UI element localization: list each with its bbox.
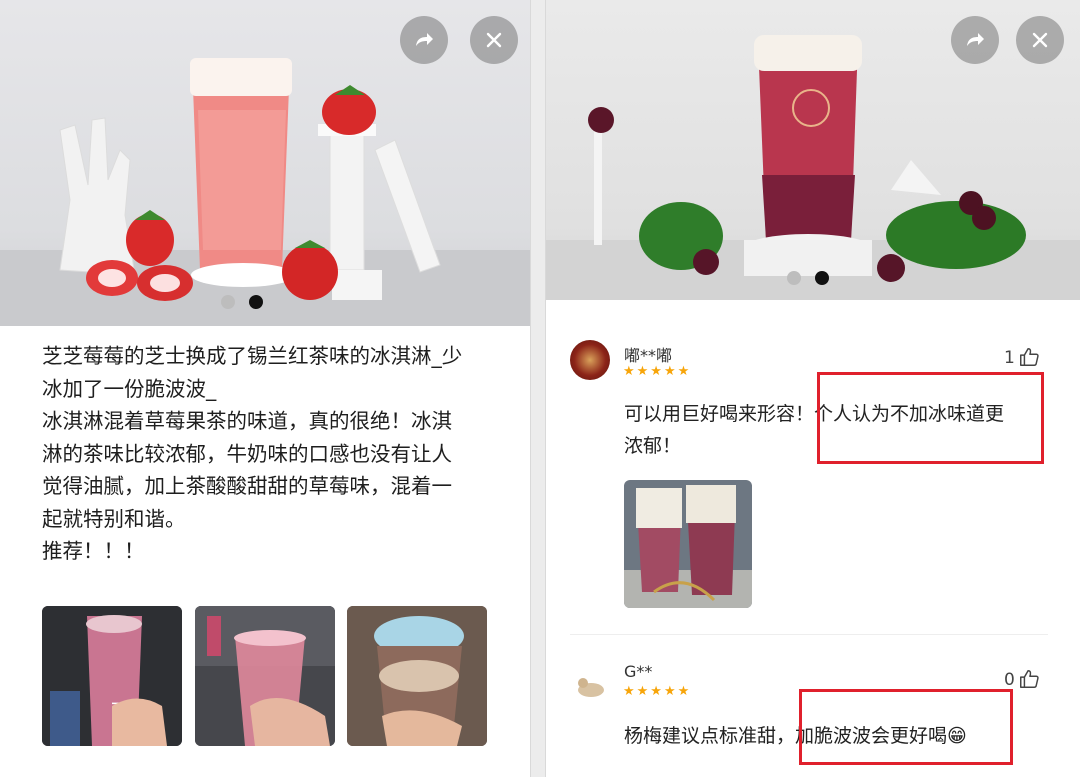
photo-cup-closeup	[347, 606, 487, 746]
share-button[interactable]	[951, 16, 999, 64]
review-photo-2[interactable]	[195, 606, 335, 746]
review-photo-1[interactable]: HEYTEA	[42, 606, 182, 746]
close-button[interactable]	[1016, 16, 1064, 64]
comment-line: 浓郁！	[624, 435, 682, 457]
bayberry-drink-photo	[546, 35, 1080, 300]
highlight-box	[817, 372, 1044, 464]
username[interactable]: G**	[624, 662, 652, 681]
like-button[interactable]: 0	[1004, 668, 1040, 690]
photo-two-cups	[624, 480, 752, 608]
username[interactable]: 嘟**嘟	[624, 342, 672, 366]
thumbs-up-icon	[1019, 348, 1039, 366]
product-photo-carousel[interactable]	[546, 0, 1080, 300]
photo-cup-dark: HEYTEA	[42, 606, 182, 746]
carousel-dot[interactable]	[221, 295, 235, 309]
strawberry-drink-photo	[0, 58, 530, 326]
like-count: 0	[1004, 670, 1015, 690]
like-button[interactable]: 1	[1004, 346, 1040, 368]
dog-icon	[578, 678, 604, 697]
avatar[interactable]	[574, 668, 608, 702]
review-photo[interactable]	[624, 480, 752, 608]
carousel-dot-active[interactable]	[249, 295, 263, 309]
highlight-box	[799, 689, 1013, 765]
product-photo-carousel[interactable]	[0, 0, 530, 326]
share-button[interactable]	[400, 16, 448, 64]
review-photo-3[interactable]	[347, 606, 487, 746]
share-icon	[416, 33, 433, 46]
review-body-text: 芝芝莓莓的芝士换成了锡兰红茶味的冰淇淋_少 冰加了一份脆波波_ 冰淇淋混着草莓果…	[42, 344, 463, 563]
carousel-indicator	[221, 295, 263, 309]
avatar[interactable]	[570, 340, 610, 380]
like-count: 1	[1004, 348, 1015, 368]
carousel-indicator	[787, 271, 829, 285]
carousel-dot[interactable]	[787, 271, 801, 285]
close-button[interactable]	[470, 16, 518, 64]
close-icon	[1032, 32, 1048, 48]
rating-stars: ★★★★★	[623, 364, 692, 379]
rating-stars: ★★★★★	[623, 684, 692, 699]
left-review-panel: 芝芝莓莓的芝士换成了锡兰红茶味的冰淇淋_少 冰加了一份脆波波_ 冰淇淋混着草莓果…	[0, 0, 530, 777]
share-icon	[967, 33, 984, 46]
thumbs-up-icon	[1019, 670, 1039, 688]
carousel-dot-active[interactable]	[815, 271, 829, 285]
right-review-panel: 嘟**嘟 ★★★★★ 1 可以用巨好喝来形容！个人认为不加冰味道更 浓郁！ G*…	[546, 0, 1080, 777]
photo-cup-street	[195, 606, 335, 746]
divider	[570, 634, 1048, 635]
close-icon	[486, 32, 502, 48]
